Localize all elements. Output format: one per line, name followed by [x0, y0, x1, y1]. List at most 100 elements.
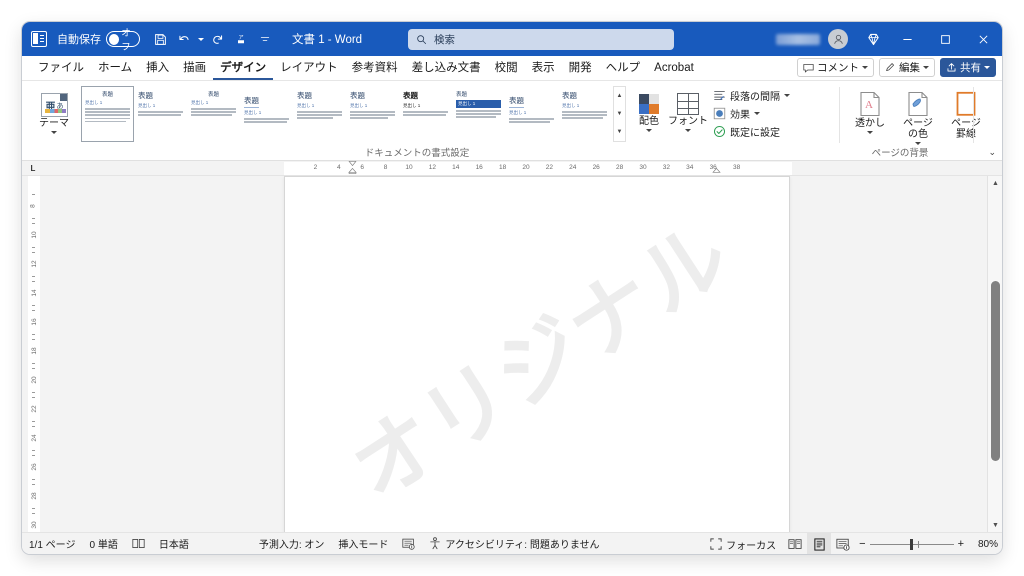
vruler-tick	[32, 276, 35, 277]
vruler-tick	[32, 392, 35, 393]
print-layout-view[interactable]	[807, 533, 831, 554]
paragraph-spacing-dropdown-icon[interactable]	[784, 94, 790, 97]
tab-file[interactable]: ファイル	[31, 56, 91, 80]
editing-button[interactable]: 編集	[879, 58, 935, 77]
style-set-item[interactable]: 表題 見出し 1	[346, 86, 399, 142]
style-set-item[interactable]: 表題 見出し 1	[81, 86, 134, 142]
scrollbar-thumb[interactable]	[991, 281, 1000, 461]
zoom-out-button[interactable]: −	[859, 538, 865, 550]
minimize-button[interactable]	[888, 22, 926, 56]
document-canvas[interactable]: オリジナル ▲ ▼	[44, 176, 1002, 532]
fonts-button[interactable]: フォント	[668, 88, 708, 132]
style-set-item[interactable]: 表題 見出し 1	[452, 86, 505, 142]
document-title: 文書 1 - Word	[292, 31, 362, 47]
watermark-dropdown-icon[interactable]	[867, 131, 873, 134]
tab-review[interactable]: 校閲	[488, 56, 525, 80]
zoom-in-button[interactable]: +	[958, 538, 964, 550]
gallery-more[interactable]: ▼	[614, 123, 625, 141]
comments-button[interactable]: コメント	[797, 58, 874, 77]
zoom-track[interactable]	[870, 544, 954, 545]
search-input[interactable]: 検索	[408, 29, 674, 50]
macro-record-icon[interactable]	[395, 533, 422, 555]
phonetic-guide-icon[interactable]: ア	[230, 28, 252, 50]
page-count[interactable]: 1/1 ページ	[22, 533, 82, 555]
tab-help[interactable]: ヘルプ	[599, 56, 648, 80]
accessibility-status[interactable]: アクセシビリティ: 問題ありません	[422, 533, 606, 555]
effects-dropdown-icon[interactable]	[754, 112, 760, 115]
comments-dropdown-icon[interactable]	[862, 66, 868, 69]
focus-button[interactable]: フォーカス	[703, 533, 783, 554]
fonts-dropdown-icon[interactable]	[685, 129, 691, 132]
read-mode-view[interactable]	[783, 533, 807, 554]
page-color-label: ページ の色	[903, 118, 933, 140]
tab-view[interactable]: 表示	[525, 56, 562, 80]
scroll-up-icon[interactable]: ▲	[988, 176, 1002, 190]
style-set-item[interactable]: 表題 見出し 1	[399, 86, 452, 142]
account-avatar-icon[interactable]	[828, 29, 848, 49]
proofing-icon[interactable]	[125, 533, 152, 555]
share-button[interactable]: 共有	[940, 58, 996, 77]
close-button[interactable]	[964, 22, 1002, 56]
page-borders-button[interactable]: ページ 罫線	[942, 86, 990, 140]
vertical-scrollbar[interactable]: ▲ ▼	[987, 176, 1002, 532]
document-page[interactable]: オリジナル	[284, 176, 790, 532]
vruler-tick-label: 10	[31, 231, 38, 238]
tab-actions: コメント 編集 共有	[797, 58, 996, 77]
left-indent-marker[interactable]	[348, 168, 357, 174]
fonts-icon	[677, 93, 699, 115]
undo-dropdown-icon[interactable]	[198, 38, 204, 41]
first-line-indent-marker[interactable]	[348, 161, 357, 166]
style-set-gallery: 表題 見出し 1 表題 見出し 1 表題 見出し 1	[81, 86, 626, 144]
scroll-down-icon[interactable]: ▼	[988, 518, 1002, 532]
tab-references[interactable]: 参考資料	[345, 56, 405, 80]
watermark-button[interactable]: A 透かし	[846, 86, 894, 134]
style-set-item[interactable]: 表題 見出し 1	[187, 86, 240, 142]
themes-button[interactable]: 亜あ テーマ	[30, 88, 78, 134]
autosave-toggle[interactable]: オフ	[106, 31, 140, 47]
tab-insert[interactable]: 挿入	[139, 56, 176, 80]
tab-design[interactable]: デザイン	[213, 56, 273, 80]
tab-developer[interactable]: 開発	[562, 56, 599, 80]
zoom-slider[interactable]: − +	[859, 538, 964, 550]
style-set-item[interactable]: 表題 見出し 1	[240, 86, 293, 142]
tab-draw[interactable]: 描画	[176, 56, 213, 80]
themes-dropdown-icon[interactable]	[51, 131, 57, 134]
style-set-item[interactable]: 表題 見出し 1	[505, 86, 558, 142]
paragraph-spacing-button[interactable]: 段落の間隔	[712, 88, 790, 103]
style-set-item[interactable]: 表題 見出し 1	[293, 86, 346, 142]
style-set-item[interactable]: 表題 見出し 1	[134, 86, 187, 142]
web-layout-view[interactable]	[831, 533, 855, 554]
maximize-button[interactable]	[926, 22, 964, 56]
effects-button[interactable]: 効果	[712, 106, 790, 121]
paragraph-spacing-icon	[712, 89, 726, 103]
set-as-default-button[interactable]: 既定に設定	[712, 124, 790, 139]
colors-dropdown-icon[interactable]	[646, 129, 652, 132]
word-count[interactable]: 0 単語	[82, 533, 124, 555]
insert-mode[interactable]: 挿入モード	[331, 533, 395, 555]
redo-icon[interactable]	[206, 28, 228, 50]
tab-home[interactable]: ホーム	[91, 56, 139, 80]
gallery-scroll-down[interactable]: ▼	[614, 105, 625, 123]
zoom-thumb[interactable]	[910, 539, 913, 550]
customize-qat-icon[interactable]	[254, 28, 276, 50]
ribbon-collapse-icon[interactable]: ⌄	[988, 147, 996, 158]
tab-layout[interactable]: レイアウト	[273, 56, 345, 80]
editing-dropdown-icon[interactable]	[923, 66, 929, 69]
vruler-tick-label: 12	[31, 260, 38, 267]
save-icon[interactable]	[149, 28, 171, 50]
tab-stop-selector[interactable]: L	[22, 161, 44, 176]
ime-prediction[interactable]: 予測入力: オン	[252, 533, 332, 555]
style-set-item[interactable]: 表題 見出し 1	[558, 86, 611, 142]
vertical-ruler[interactable]: 81012141618202224262830	[22, 176, 44, 532]
share-dropdown-icon[interactable]	[984, 66, 990, 69]
gallery-scroll-up[interactable]: ▲	[614, 87, 625, 105]
tab-acrobat[interactable]: Acrobat	[647, 56, 701, 80]
microsoft-365-diamond-icon[interactable]	[858, 22, 888, 56]
page-color-button[interactable]: ページ の色	[894, 86, 942, 145]
right-indent-marker[interactable]	[712, 168, 721, 174]
zoom-level[interactable]: 80%	[970, 539, 998, 550]
colors-button[interactable]: 配色	[632, 88, 666, 132]
undo-icon[interactable]	[173, 28, 195, 50]
language-indicator[interactable]: 日本語	[152, 533, 196, 555]
tab-mailings[interactable]: 差し込み文書	[405, 56, 488, 80]
